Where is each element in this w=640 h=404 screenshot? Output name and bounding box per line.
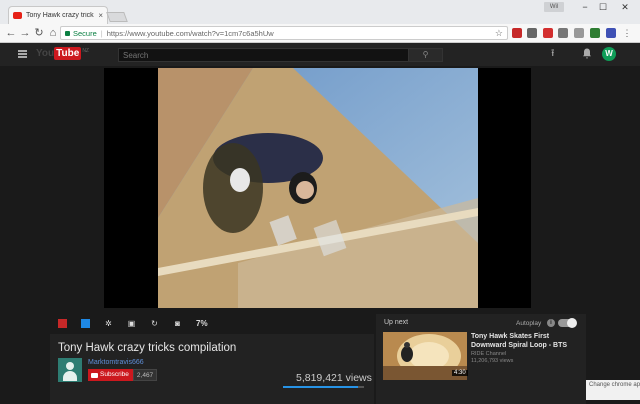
recommended-views: 11,206,793 views bbox=[471, 358, 514, 364]
account-avatar[interactable]: W bbox=[602, 47, 616, 61]
browser-menu-icon[interactable]: ⋮ bbox=[622, 28, 632, 38]
up-next-label: Up next bbox=[384, 319, 409, 326]
loop-icon[interactable]: ↻ bbox=[150, 319, 159, 328]
upload-icon[interactable]: ⭱ bbox=[551, 49, 561, 59]
video-frame[interactable] bbox=[158, 68, 478, 308]
notifications-bell-icon[interactable] bbox=[582, 48, 592, 60]
view-count: 5,819,421 views bbox=[296, 372, 372, 384]
extension-red-icon[interactable] bbox=[512, 28, 522, 38]
profile-button[interactable]: Wil bbox=[544, 2, 564, 12]
video-title: Tony Hawk crazy tricks compilation bbox=[58, 342, 237, 354]
secure-label: Secure bbox=[73, 28, 97, 38]
close-window-button[interactable]: ✕ bbox=[612, 0, 638, 14]
subscribe-button[interactable]: Subscribe bbox=[88, 369, 133, 381]
info-icon[interactable]: i bbox=[547, 319, 555, 327]
search-box: ⚲ bbox=[118, 48, 443, 62]
video-duration: 4:30 bbox=[452, 370, 468, 376]
search-icon[interactable]: ⚲ bbox=[408, 49, 442, 61]
separator: | bbox=[100, 28, 103, 38]
channel-avatar[interactable] bbox=[58, 358, 82, 382]
player-controls: ✲ ▣ ↻ ◙ 7% bbox=[50, 312, 370, 334]
youtube-favicon-icon bbox=[13, 12, 22, 19]
autoplay-toggle[interactable] bbox=[558, 318, 577, 328]
browser-tab[interactable]: Tony Hawk crazy tricks co × bbox=[8, 6, 108, 24]
settings-gear-icon[interactable]: ✲ bbox=[104, 319, 113, 328]
forward-button[interactable]: → bbox=[18, 26, 32, 40]
flag-icon[interactable] bbox=[58, 318, 67, 328]
hamburger-menu-icon[interactable] bbox=[18, 50, 27, 58]
zoom-percent[interactable]: 7% bbox=[196, 319, 208, 328]
subscribe-group: Subscribe 2,467 bbox=[88, 369, 158, 381]
download-icon[interactable] bbox=[81, 318, 90, 328]
subscriber-count: 2,467 bbox=[132, 369, 158, 381]
autoplay-label: Autoplay bbox=[516, 320, 542, 327]
youtube-play-icon bbox=[91, 372, 98, 378]
side-panel-text: Change chrome app to spinning circular bbox=[586, 380, 640, 400]
extension-green-icon[interactable] bbox=[590, 28, 600, 38]
search-input[interactable] bbox=[119, 50, 409, 60]
tab-title: Tony Hawk crazy tricks co bbox=[26, 12, 94, 19]
extension-shield-icon[interactable] bbox=[574, 28, 584, 38]
back-button[interactable]: ← bbox=[4, 26, 18, 40]
screenshot-icon[interactable]: ▣ bbox=[127, 319, 136, 328]
address-bar[interactable]: Secure | https://www.youtube.com/watch?v… bbox=[60, 26, 508, 40]
url-text: https://www.youtube.com/watch?v=1cm7c6a5… bbox=[106, 28, 274, 38]
lock-icon bbox=[65, 30, 70, 36]
tab-close-icon[interactable]: × bbox=[98, 11, 103, 20]
reload-button[interactable]: ↻ bbox=[32, 26, 46, 40]
new-tab-button[interactable] bbox=[106, 12, 128, 22]
recommended-title-link[interactable]: Tony Hawk Skates First Downward Spiral L… bbox=[471, 333, 583, 350]
extension-audio-icon[interactable] bbox=[527, 28, 537, 38]
extension-record-icon[interactable] bbox=[543, 28, 553, 38]
bookmark-star-icon[interactable]: ☆ bbox=[495, 28, 503, 39]
extension-mail-icon[interactable] bbox=[558, 28, 568, 38]
like-ratio-bar bbox=[283, 386, 364, 388]
region-code: NZ bbox=[82, 47, 89, 54]
extension-blue-icon[interactable] bbox=[606, 28, 616, 38]
recommended-channel: RIDE Channel bbox=[471, 351, 507, 357]
youtube-logo[interactable]: You Tube NZ bbox=[36, 47, 89, 60]
home-button[interactable]: ⌂ bbox=[46, 26, 60, 40]
camera-icon[interactable]: ◙ bbox=[173, 319, 182, 328]
channel-name-link[interactable]: Marktomtravis666 bbox=[88, 359, 144, 366]
